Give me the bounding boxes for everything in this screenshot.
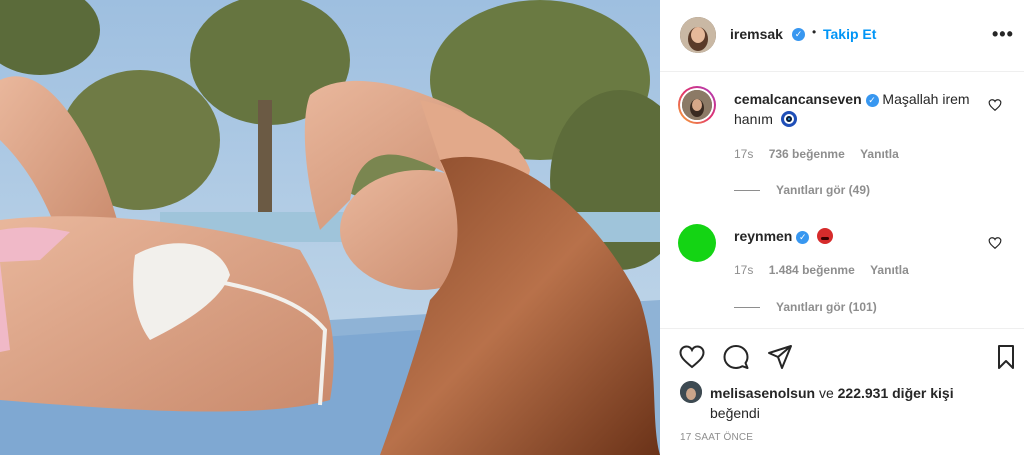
comment-time: 17s xyxy=(734,263,754,277)
comment-time: 17s xyxy=(734,147,754,161)
view-replies-button[interactable]: Yanıtları gör (101) xyxy=(734,300,877,314)
comment-likes-count[interactable]: 736 beğenme xyxy=(769,147,845,161)
view-replies-label: Yanıtları gör (101) xyxy=(776,300,877,314)
share-icon[interactable] xyxy=(766,343,794,371)
comment-likes-count[interactable]: 1.484 beğenme xyxy=(769,263,855,277)
likes-suffix: beğendi xyxy=(710,405,760,421)
verified-badge-icon: ✓ xyxy=(865,93,879,107)
comment-avatar[interactable] xyxy=(678,86,716,124)
replies-divider xyxy=(734,190,760,192)
comment-like-heart-icon[interactable] xyxy=(988,98,1002,112)
verified-badge-icon: ✓ xyxy=(792,28,805,41)
nazar-eye-emoji-icon xyxy=(780,111,797,127)
comment-text-block: cemalcancanseven ✓ Maşallah irem hanım xyxy=(734,89,984,129)
author-avatar[interactable] xyxy=(680,17,716,53)
post-actions: melisasenolsun ve 222.931 diğer kişi beğ… xyxy=(660,328,1024,455)
post-photo[interactable] xyxy=(0,0,660,455)
liker-username[interactable]: melisasenolsun xyxy=(710,385,815,401)
likes-connector: ve xyxy=(818,385,834,401)
comment-meta: 17s 736 beğenme Yanıtla xyxy=(734,147,911,161)
post-side-panel: iremsak ✓ • Takip Et ••• cemalcancanseve… xyxy=(660,0,1024,455)
comment-username[interactable]: cemalcancanseven xyxy=(734,91,862,107)
reply-button[interactable]: Yanıtla xyxy=(870,263,909,277)
others-likes-count[interactable]: 222.931 diğer kişi xyxy=(838,385,954,401)
post-header: iremsak ✓ • Takip Et ••• xyxy=(660,0,1024,72)
comment-like-heart-icon[interactable] xyxy=(988,236,1002,250)
verified-badge-icon: ✓ xyxy=(796,230,810,244)
liker-avatar-image xyxy=(680,381,702,403)
comment-icon[interactable] xyxy=(722,343,750,371)
heart-icon[interactable] xyxy=(678,343,706,371)
follow-button[interactable]: Takip Et xyxy=(823,26,876,42)
view-replies-label: Yanıtları gör (49) xyxy=(776,183,871,197)
comment-item: reynmen ✓ 17s 1.484 beğenme Yanıtla Yanı… xyxy=(660,210,1024,328)
comment-text-block: reynmen ✓ xyxy=(734,226,984,246)
reply-button[interactable]: Yanıtla xyxy=(860,147,899,161)
angry-face-emoji-icon xyxy=(817,228,834,244)
author-avatar-image xyxy=(680,17,716,53)
more-options-icon[interactable]: ••• xyxy=(992,24,1014,45)
comment-meta: 17s 1.484 beğenme Yanıtla xyxy=(734,263,921,277)
comment-item: cemalcancanseven ✓ Maşallah irem hanım 1… xyxy=(660,72,1024,202)
header-separator: • xyxy=(812,25,817,39)
bookmark-icon[interactable] xyxy=(992,343,1020,371)
liker-avatar[interactable] xyxy=(680,381,702,403)
author-username[interactable]: iremsak xyxy=(730,26,783,42)
view-replies-button[interactable]: Yanıtları gör (49) xyxy=(734,183,870,197)
likes-text: melisasenolsun ve 222.931 diğer kişi beğ… xyxy=(710,383,1010,423)
comment-username[interactable]: reynmen xyxy=(734,228,792,244)
post-photo-image xyxy=(0,0,660,455)
replies-divider xyxy=(734,307,760,309)
comment-avatar-image xyxy=(682,90,712,120)
post-timestamp[interactable]: 17 SAAT ÖNCE xyxy=(680,432,753,443)
comment-avatar[interactable] xyxy=(678,224,716,262)
